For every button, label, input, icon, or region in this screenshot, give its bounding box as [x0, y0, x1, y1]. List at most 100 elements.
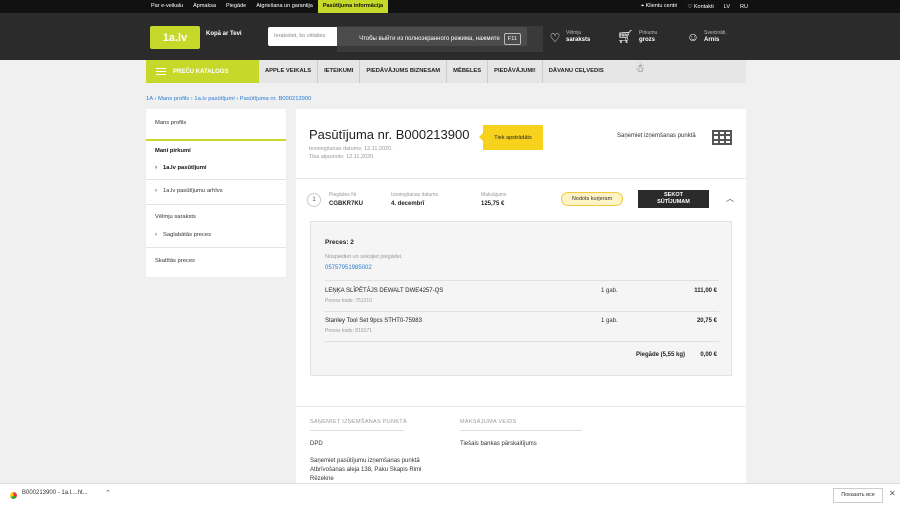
order-dates: Iesniegšanas datums: 12.11.2020. Tika at… [309, 145, 393, 161]
cart-icon[interactable]: 🛒︎ [617, 29, 634, 45]
chrome-file-icon [10, 492, 17, 499]
catalog-button-label: PREČU KATALOGS [173, 68, 229, 75]
top-nav-payment[interactable]: Apmaksa [188, 0, 221, 13]
issue-date-label: Izsniegšanas datums [391, 192, 438, 198]
sidebar-item-profile[interactable]: Mans profils [155, 120, 186, 126]
top-nav-order-info[interactable]: Pasūtījuma informācija [317, 0, 389, 13]
sidebar-item-purchases[interactable]: Mani pirkumi [155, 148, 191, 154]
item-name[interactable]: LEŅĶA SLĪPĒTĀJS DEWALT DWE4257-QS [325, 288, 443, 294]
heart-icon[interactable]: ♡ [547, 30, 563, 46]
order-updated-date: Tika atjaunots: 12.11.2020. [309, 154, 375, 160]
delivery-number-field: Piegādes Nr CGBKR7KU [329, 191, 363, 209]
sidebar-item-saved[interactable]: › Saglabātās preces [155, 232, 211, 238]
status-badge: Tiek apstrādāts [479, 125, 543, 150]
category-recommendations[interactable]: IETEIKUMI [318, 60, 361, 83]
category-furniture[interactable]: MĒBELES [447, 60, 489, 83]
contacts-label: Kontakti [693, 3, 714, 10]
payment-section-title: MAKSĀJUMA VEIDS [460, 419, 517, 425]
chat-assistant-icon[interactable]: ☃ [635, 62, 651, 80]
pickup-locker-icon [712, 130, 732, 145]
category-bar: PREČU KATALOGS APPLE VEIKALS IETEIKUMI P… [146, 60, 746, 83]
pickup-provider: DPD [310, 441, 323, 447]
category-gift-guide[interactable]: DĀVANU CEĻVEDIS [543, 60, 610, 83]
shipping-value: 0,00 € [700, 352, 717, 358]
item-name[interactable]: Stanley Tool Set 9pcs STHT0-75983 [325, 318, 422, 324]
user-account-link[interactable]: Sveicināti, Arnis [704, 30, 727, 44]
sidebar-item-viewed[interactable]: Skatītās preces [155, 258, 195, 264]
wishlist-link[interactable]: Vēlmju saraksts [566, 30, 590, 44]
sidebar-active-marker [146, 139, 286, 141]
sidebar-item-orders[interactable]: › 1a.lv pasūtījumi [155, 165, 207, 171]
pickup-section-title: SAŅEMIET IZŅEMŠANAS PUNKTĀ [310, 419, 407, 425]
pickup-address-line1: Saņemiet pasūtījumu izņemšanas punktā [310, 458, 420, 464]
menu-icon [156, 68, 166, 75]
top-right-links: ⌖ Klientu centri ♡ Kontakti LV RU [641, 0, 748, 13]
track-button-line1: SEKOT [664, 192, 683, 198]
user-greeting: Sveicināti, [704, 30, 727, 36]
section-divider [296, 406, 746, 407]
pickup-address-line2: Atbrīvošanas aleja 138, Paku Skapis Rimi [310, 467, 422, 473]
shipping-label: Piegāde (5,55 kg) [636, 352, 686, 358]
category-offers[interactable]: PIEDĀVĀJUMI! [488, 60, 543, 83]
client-center-link[interactable]: ⌖ Klientu centri [641, 3, 677, 10]
cart-link[interactable]: Pirkumu grozs [639, 30, 657, 44]
chevron-up-icon[interactable]: ⌃ [105, 489, 111, 497]
sidebar-divider [146, 247, 286, 248]
sidebar-archive-label: 1a.lv pasūtījumu arhīvs [163, 188, 223, 194]
wishlist-label-top: Vēlmju [566, 30, 582, 36]
chevron-right-icon: › [155, 165, 157, 171]
site-logo[interactable]: 1a.lv [150, 26, 200, 49]
category-business[interactable]: PIEDĀVĀJUMS BIZNESAM [360, 60, 448, 83]
fullscreen-notice: Чтобы выйти из полноэкранного режима, на… [337, 26, 543, 52]
show-all-downloads-button[interactable]: Показать все [833, 488, 883, 503]
sidebar-divider [146, 179, 286, 180]
lang-ru[interactable]: RU [740, 4, 748, 10]
order-submitted-date: Iesniegšanas datums: 12.11.2020. [309, 146, 393, 152]
sidebar-item-wishlist[interactable]: Vēlmju saraksts [155, 214, 196, 220]
user-icon[interactable]: ☺ [685, 29, 701, 45]
goods-divider [325, 311, 719, 312]
top-nav-delivery[interactable]: Piegāde [221, 0, 251, 13]
wishlist-label-bottom: saraksts [566, 37, 591, 43]
breadcrumb-current: Pasūtījuma nr. B000213900 [239, 96, 312, 102]
sidebar-item-archive[interactable]: › 1a.lv pasūtījumu arhīvs [155, 188, 223, 194]
tracking-number-link[interactable]: 05757951985002 [325, 265, 372, 271]
fullscreen-notice-text: Чтобы выйти из полноэкранного режима, на… [359, 36, 500, 42]
item-code: Preces kods: 751210 [325, 298, 372, 304]
download-file-name[interactable]: B000213900 - 1a.l....ht... [22, 490, 88, 496]
payment-field: Maksājums 125,75 € [481, 191, 506, 209]
chevron-right-icon: › [155, 188, 157, 194]
site-tagline: Kopā ar Tevi [206, 31, 242, 37]
chevron-right-icon: › [155, 232, 157, 238]
contacts-link[interactable]: ♡ Kontakti [687, 4, 713, 10]
site-header: 1a.lv Kopā ar Tevi Ierakstiet, ko vēlati… [0, 13, 900, 60]
category-apple[interactable]: APPLE VEIKALS [259, 60, 319, 83]
breadcrumb-home[interactable]: 1A [146, 96, 153, 102]
pickup-address: Saņemiet pasūtījumu izņemšanas punktā At… [310, 457, 421, 484]
delivery-number-value: CGBKR7KU [329, 201, 364, 207]
breadcrumb: 1A › Mans profils › 1a.lv pasūtījumi › P… [146, 96, 312, 102]
courier-status-badge: Nodots kurjeram [561, 192, 623, 206]
catalog-button[interactable]: PREČU KATALOGS [146, 60, 259, 83]
section-underline [460, 430, 582, 431]
section-divider [296, 178, 746, 179]
payment-label: Maksājums [481, 192, 507, 198]
item-quantity: 1 gab. [601, 318, 618, 324]
fullscreen-key: F11 [503, 33, 521, 45]
breadcrumb-orders[interactable]: 1a.lv pasūtījumi [194, 96, 234, 102]
section-underline [310, 430, 404, 431]
track-shipment-button[interactable]: SEKOT SŪTĪJUMAM [638, 190, 709, 208]
top-nav-about[interactable]: Par e-veikalu [146, 0, 188, 13]
close-icon[interactable]: ✕ [889, 489, 896, 498]
goods-count: Preces: 2 [325, 239, 354, 246]
lang-lv[interactable]: LV [724, 4, 730, 10]
download-bar: B000213900 - 1a.l....ht... ⌃ Показать вс… [0, 483, 900, 506]
item-price: 111,00 € [694, 288, 717, 294]
top-nav-returns[interactable]: Atgriešana un garantija [251, 0, 318, 13]
payment-method: Tiešais bankas pārskaitījums [460, 441, 537, 447]
breadcrumb-profile[interactable]: Mans profils [158, 96, 189, 102]
category-nav: APPLE VEIKALS IETEIKUMI PIEDĀVĀJUMS BIZN… [259, 60, 610, 83]
chevron-up-icon[interactable]: ︿ [726, 193, 734, 204]
client-center-label: Klientu centri [645, 3, 678, 9]
order-detail-panel: Pasūtījuma nr. B000213900 Tiek apstrādāt… [296, 109, 746, 484]
